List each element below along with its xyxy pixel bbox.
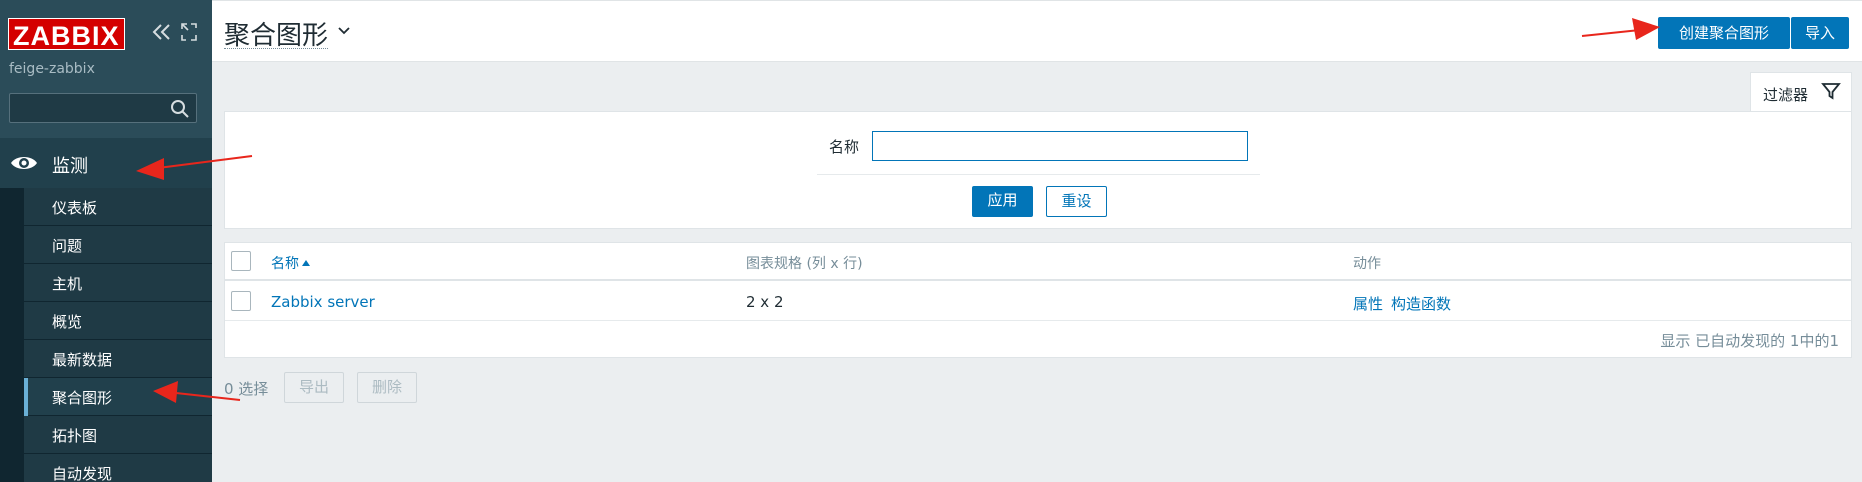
column-header-name[interactable]: 名称 bbox=[271, 253, 311, 273]
kiosk-mode-icon[interactable] bbox=[180, 22, 198, 42]
sidebar-item-maps[interactable]: 拓扑图 bbox=[24, 416, 212, 454]
column-header-name-label: 名称 bbox=[271, 256, 299, 272]
create-screen-button[interactable]: 创建聚合图形 bbox=[1658, 17, 1790, 49]
page-title-dropdown[interactable]: 聚合图形 bbox=[224, 13, 329, 51]
filter-name-label: 名称 bbox=[829, 138, 860, 156]
logo-row: ZABBIX bbox=[8, 14, 208, 51]
table-row: Zabbix server 2 x 2 属性 构造函数 bbox=[225, 283, 1851, 321]
reset-button[interactable]: 重设 bbox=[1046, 186, 1107, 217]
sidebar-search-input[interactable] bbox=[9, 93, 197, 123]
sidebar-item-label: 仪表板 bbox=[52, 199, 98, 217]
sidebar-item-label: 拓扑图 bbox=[52, 427, 98, 445]
sidebar-item-discovery[interactable]: 自动发现 bbox=[24, 454, 212, 482]
apply-button[interactable]: 应用 bbox=[972, 186, 1033, 217]
delete-button[interactable]: 删除 bbox=[357, 372, 417, 403]
screen-size: 2 x 2 bbox=[746, 293, 784, 311]
constructor-link[interactable]: 构造函数 bbox=[1391, 293, 1451, 314]
sidebar-item-label: 概览 bbox=[52, 313, 83, 331]
table-footer-count: 显示 已自动发现的 1中的1 bbox=[1660, 332, 1839, 350]
sort-ascending-icon bbox=[302, 260, 310, 266]
collapse-sidebar-icon[interactable] bbox=[150, 20, 172, 44]
zabbix-logo[interactable]: ZABBIX bbox=[8, 18, 125, 51]
sidebar-item-label: 最新数据 bbox=[52, 351, 113, 369]
filter-panel: 名称 应用 重设 bbox=[224, 111, 1852, 229]
sidebar-item-latest-data[interactable]: 最新数据 bbox=[24, 340, 212, 378]
filter-divider bbox=[817, 174, 1260, 175]
sidebar-item-label: 问题 bbox=[52, 237, 83, 255]
sidebar: ZABBIX feige-zabbix 监测 仪表板 问题 主机 概览 最新数据… bbox=[0, 0, 212, 482]
filter-tab[interactable]: 过滤器 bbox=[1750, 72, 1852, 112]
selected-count: 0 选择 bbox=[224, 380, 269, 398]
eye-icon bbox=[11, 157, 37, 169]
server-name: feige-zabbix bbox=[9, 61, 95, 77]
sidebar-submenu: 仪表板 问题 主机 概览 最新数据 聚合图形 拓扑图 自动发现 bbox=[0, 188, 212, 482]
sidebar-item-dashboard[interactable]: 仪表板 bbox=[24, 188, 212, 226]
row-checkbox[interactable] bbox=[231, 291, 251, 311]
search-icon[interactable] bbox=[170, 99, 190, 119]
sidebar-item-screens[interactable]: 聚合图形 bbox=[24, 378, 212, 416]
chevron-down-icon[interactable] bbox=[336, 23, 352, 39]
filter-name-input[interactable] bbox=[872, 131, 1248, 161]
filter-tab-label: 过滤器 bbox=[1763, 86, 1809, 104]
select-all-checkbox[interactable] bbox=[231, 251, 251, 271]
sidebar-section-label: 监测 bbox=[52, 156, 88, 177]
submenu-indent-strip bbox=[0, 188, 24, 482]
sidebar-item-label: 自动发现 bbox=[52, 465, 113, 482]
column-header-actions: 动作 bbox=[1353, 256, 1381, 272]
annotation-arrows bbox=[136, 18, 1660, 403]
column-header-size: 图表规格 (列 x 行) bbox=[746, 256, 863, 272]
sidebar-item-problems[interactable]: 问题 bbox=[24, 226, 212, 264]
sidebar-item-overview[interactable]: 概览 bbox=[24, 302, 212, 340]
export-button[interactable]: 导出 bbox=[284, 372, 344, 403]
import-button[interactable]: 导入 bbox=[1791, 17, 1849, 49]
screen-name-link[interactable]: Zabbix server bbox=[271, 293, 375, 311]
table-header-row: 名称 图表规格 (列 x 行) 动作 bbox=[225, 243, 1851, 281]
sidebar-item-label: 主机 bbox=[52, 275, 83, 293]
page-header: 聚合图形 创建聚合图形 导入 bbox=[212, 0, 1862, 62]
sidebar-item-hosts[interactable]: 主机 bbox=[24, 264, 212, 302]
properties-link[interactable]: 属性 bbox=[1353, 293, 1383, 314]
filter-icon bbox=[1821, 83, 1841, 100]
sidebar-section-monitoring[interactable]: 监测 bbox=[0, 138, 212, 188]
page-title: 聚合图形 bbox=[224, 21, 329, 51]
screens-table: 名称 图表规格 (列 x 行) 动作 Zabbix server 2 x 2 属… bbox=[224, 242, 1852, 358]
sidebar-item-label: 聚合图形 bbox=[52, 389, 113, 407]
